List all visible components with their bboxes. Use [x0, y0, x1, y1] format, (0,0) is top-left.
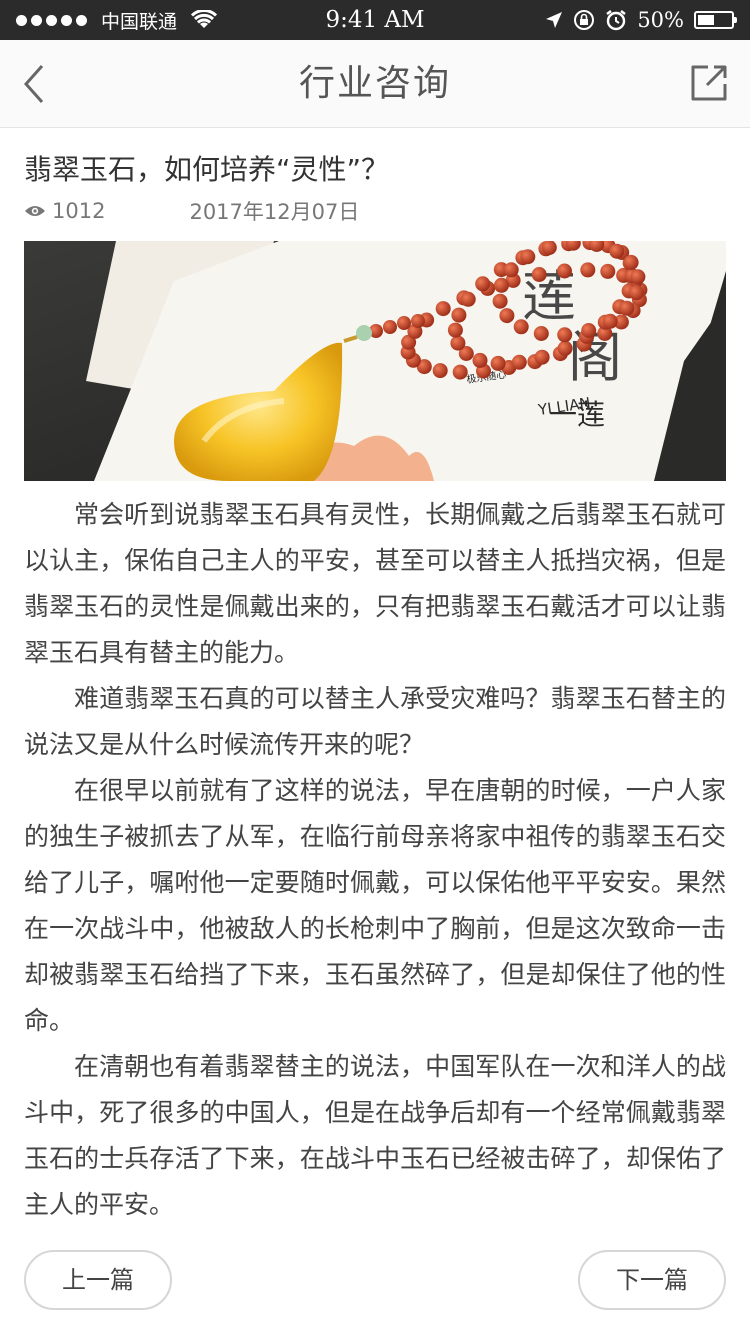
bead	[475, 276, 491, 292]
bead	[619, 300, 635, 316]
jewelry-photo: 莲 阁 一莲 YI LIAN 极乐随心	[24, 241, 726, 481]
bead	[513, 319, 529, 335]
bead	[411, 314, 425, 328]
bead	[492, 293, 508, 309]
battery-icon	[694, 11, 737, 29]
view-count: 1012	[52, 199, 106, 223]
card-text-2: 阁	[568, 326, 622, 389]
bead	[533, 326, 549, 341]
bead	[460, 291, 476, 307]
bead	[629, 285, 644, 301]
bead	[557, 263, 572, 279]
bead	[383, 320, 397, 334]
bead	[435, 301, 451, 317]
bead	[609, 243, 625, 259]
article-body: 常会听到说翡翠玉石具有灵性，长期佩戴之后翡翠玉石就可以认主，保佑自己主人的平安，…	[24, 492, 726, 1228]
share-button[interactable]	[688, 62, 730, 104]
share-icon	[691, 65, 727, 101]
article-title: 翡翠玉石，如何培养“灵性”？	[24, 153, 390, 186]
paragraph: 常会听到说翡翠玉石具有灵性，长期佩戴之后翡翠玉石就可以认主，保佑自己主人的平安，…	[24, 500, 726, 667]
rotation-lock-icon	[574, 10, 595, 30]
status-right: 50%	[545, 0, 737, 40]
bead	[580, 262, 596, 278]
article-hero-image: 莲 阁 一莲 YI LIAN 极乐随心	[24, 241, 726, 481]
bead	[447, 322, 463, 338]
bead	[490, 355, 506, 371]
bead	[503, 262, 519, 278]
status-bar: 中国联通 9:41 AM 50%	[0, 0, 750, 40]
nav-bar: 行业咨询	[0, 40, 750, 128]
eye-icon	[25, 206, 45, 216]
bead	[432, 363, 448, 379]
previous-article-button[interactable]: 上一篇	[24, 1250, 172, 1310]
bead	[581, 323, 597, 338]
battery-percent: 50%	[637, 8, 684, 32]
publish-date: 2017年12月07日	[189, 200, 360, 224]
bead	[511, 354, 527, 370]
bead	[451, 307, 467, 323]
bead	[602, 313, 618, 329]
bead	[600, 263, 616, 279]
bead	[557, 327, 573, 343]
bead	[397, 316, 411, 330]
bead	[499, 308, 515, 324]
page-title: 行业咨询	[298, 63, 451, 104]
bead	[494, 277, 509, 293]
bead	[623, 254, 639, 270]
bead	[534, 349, 550, 365]
next-article-button[interactable]: 下一篇	[578, 1250, 726, 1310]
bead	[452, 364, 468, 380]
jade-bead	[356, 325, 372, 341]
bead	[531, 267, 547, 282]
bead	[630, 269, 646, 285]
bead	[520, 249, 536, 265]
alarm-icon	[606, 10, 627, 31]
location-arrow-icon	[546, 12, 563, 28]
bead	[557, 340, 573, 356]
article-meta: 1012 2017年12月07日	[24, 196, 359, 226]
paragraph: 在很早以前就有了这样的说法，早在唐朝的时候，一户人家的独生子被抓去了从军，在临行…	[24, 776, 726, 1035]
bead	[472, 352, 488, 368]
bead	[450, 335, 466, 351]
paragraph: 在清朝也有着翡翠替主的说法，中国军队在一次和洋人的战斗中，死了很多的中国人，但是…	[24, 1052, 726, 1219]
paragraph: 难道翡翠玉石真的可以替主人承受灾难吗？翡翠玉石替主的说法又是从什么时候流传开来的…	[24, 684, 726, 759]
